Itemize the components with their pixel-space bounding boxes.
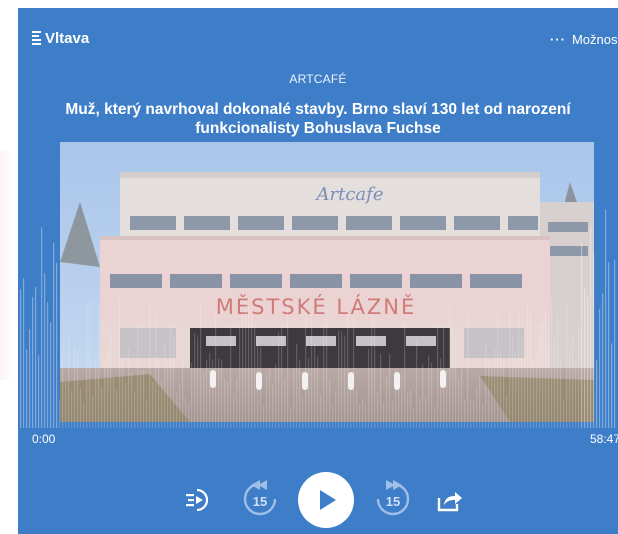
more-options-label: Možnosti xyxy=(571,32,618,47)
speed-icon xyxy=(186,488,209,512)
more-options-button[interactable]: ··· Možnosti xyxy=(550,32,618,47)
skip-forward-seconds: 15 xyxy=(385,493,401,509)
player-header: Vltava ··· Možnosti xyxy=(18,8,618,64)
episode-title-line-2: funkcionalisty Bohuslava Fuchse xyxy=(195,120,441,137)
artwork-script-sign: Artcafe xyxy=(315,184,384,205)
background-decoration xyxy=(0,150,14,380)
building-photo: Artcafe MĚSTSKÉ LÁZNĚ xyxy=(60,142,594,422)
station-logo[interactable]: Vltava xyxy=(32,30,89,47)
episode-title-line-1: Muž, který navrhoval dokonalé stavby. Br… xyxy=(65,101,571,118)
skip-back-button[interactable]: 15 xyxy=(240,478,280,518)
audio-player: Vltava ··· Možnosti ARTCAFÉ Muž, který n… xyxy=(18,8,618,534)
share-button[interactable] xyxy=(433,484,465,516)
skip-back-seconds: 15 xyxy=(252,493,268,509)
episode-title: Muž, který navrhoval dokonalé stavby. Br… xyxy=(18,100,618,138)
episode-artwork: Artcafe MĚSTSKÉ LÁZNĚ xyxy=(60,142,594,422)
current-time: 0:00 xyxy=(32,432,56,446)
total-duration: 58:47 xyxy=(589,432,618,446)
show-name: ARTCAFÉ xyxy=(289,72,347,86)
skip-forward-button[interactable]: 15 xyxy=(373,478,413,518)
playback-controls: 15 15 xyxy=(18,468,618,528)
more-dots-icon: ··· xyxy=(549,32,566,47)
station-logo-icon xyxy=(32,31,41,46)
play-icon xyxy=(320,490,336,510)
station-name: Vltava xyxy=(45,30,90,47)
share-icon xyxy=(437,492,462,512)
play-button[interactable] xyxy=(298,472,354,528)
playback-speed-button[interactable] xyxy=(183,484,215,516)
artwork-main-sign: MĚSTSKÉ LÁZNĚ xyxy=(216,294,417,319)
